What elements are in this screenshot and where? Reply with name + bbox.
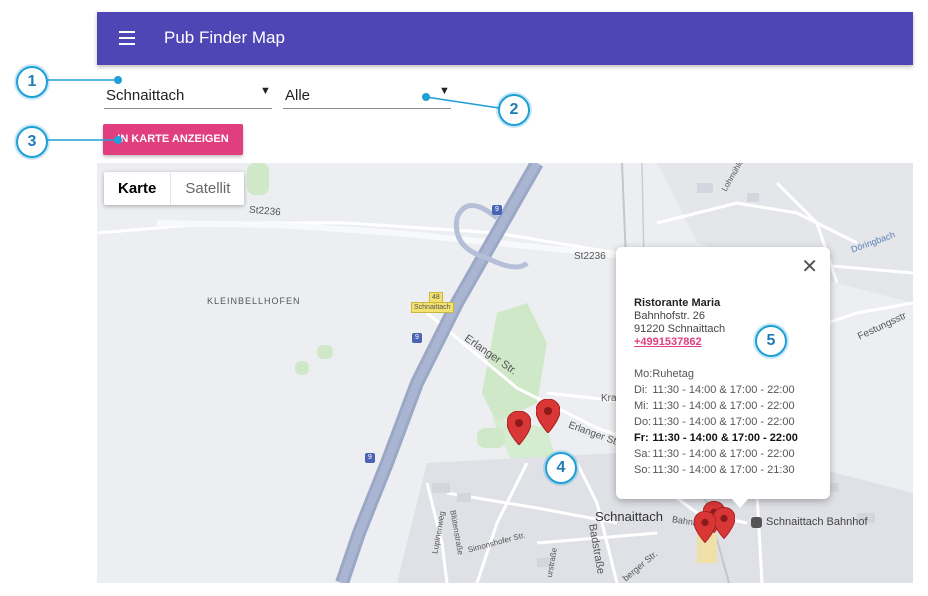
callout-badge: 2: [498, 94, 530, 126]
callout-badge: 5: [755, 325, 787, 357]
callout-marker-dot: [114, 76, 122, 84]
callout-badge: 3: [16, 126, 48, 158]
callout-marker-dot: [114, 136, 122, 144]
callout-badge: 1: [16, 66, 48, 98]
callout-marker-dot: [422, 93, 430, 101]
callout-badge: 4: [545, 452, 577, 484]
callout-leader-lines: [44, 79, 500, 141]
